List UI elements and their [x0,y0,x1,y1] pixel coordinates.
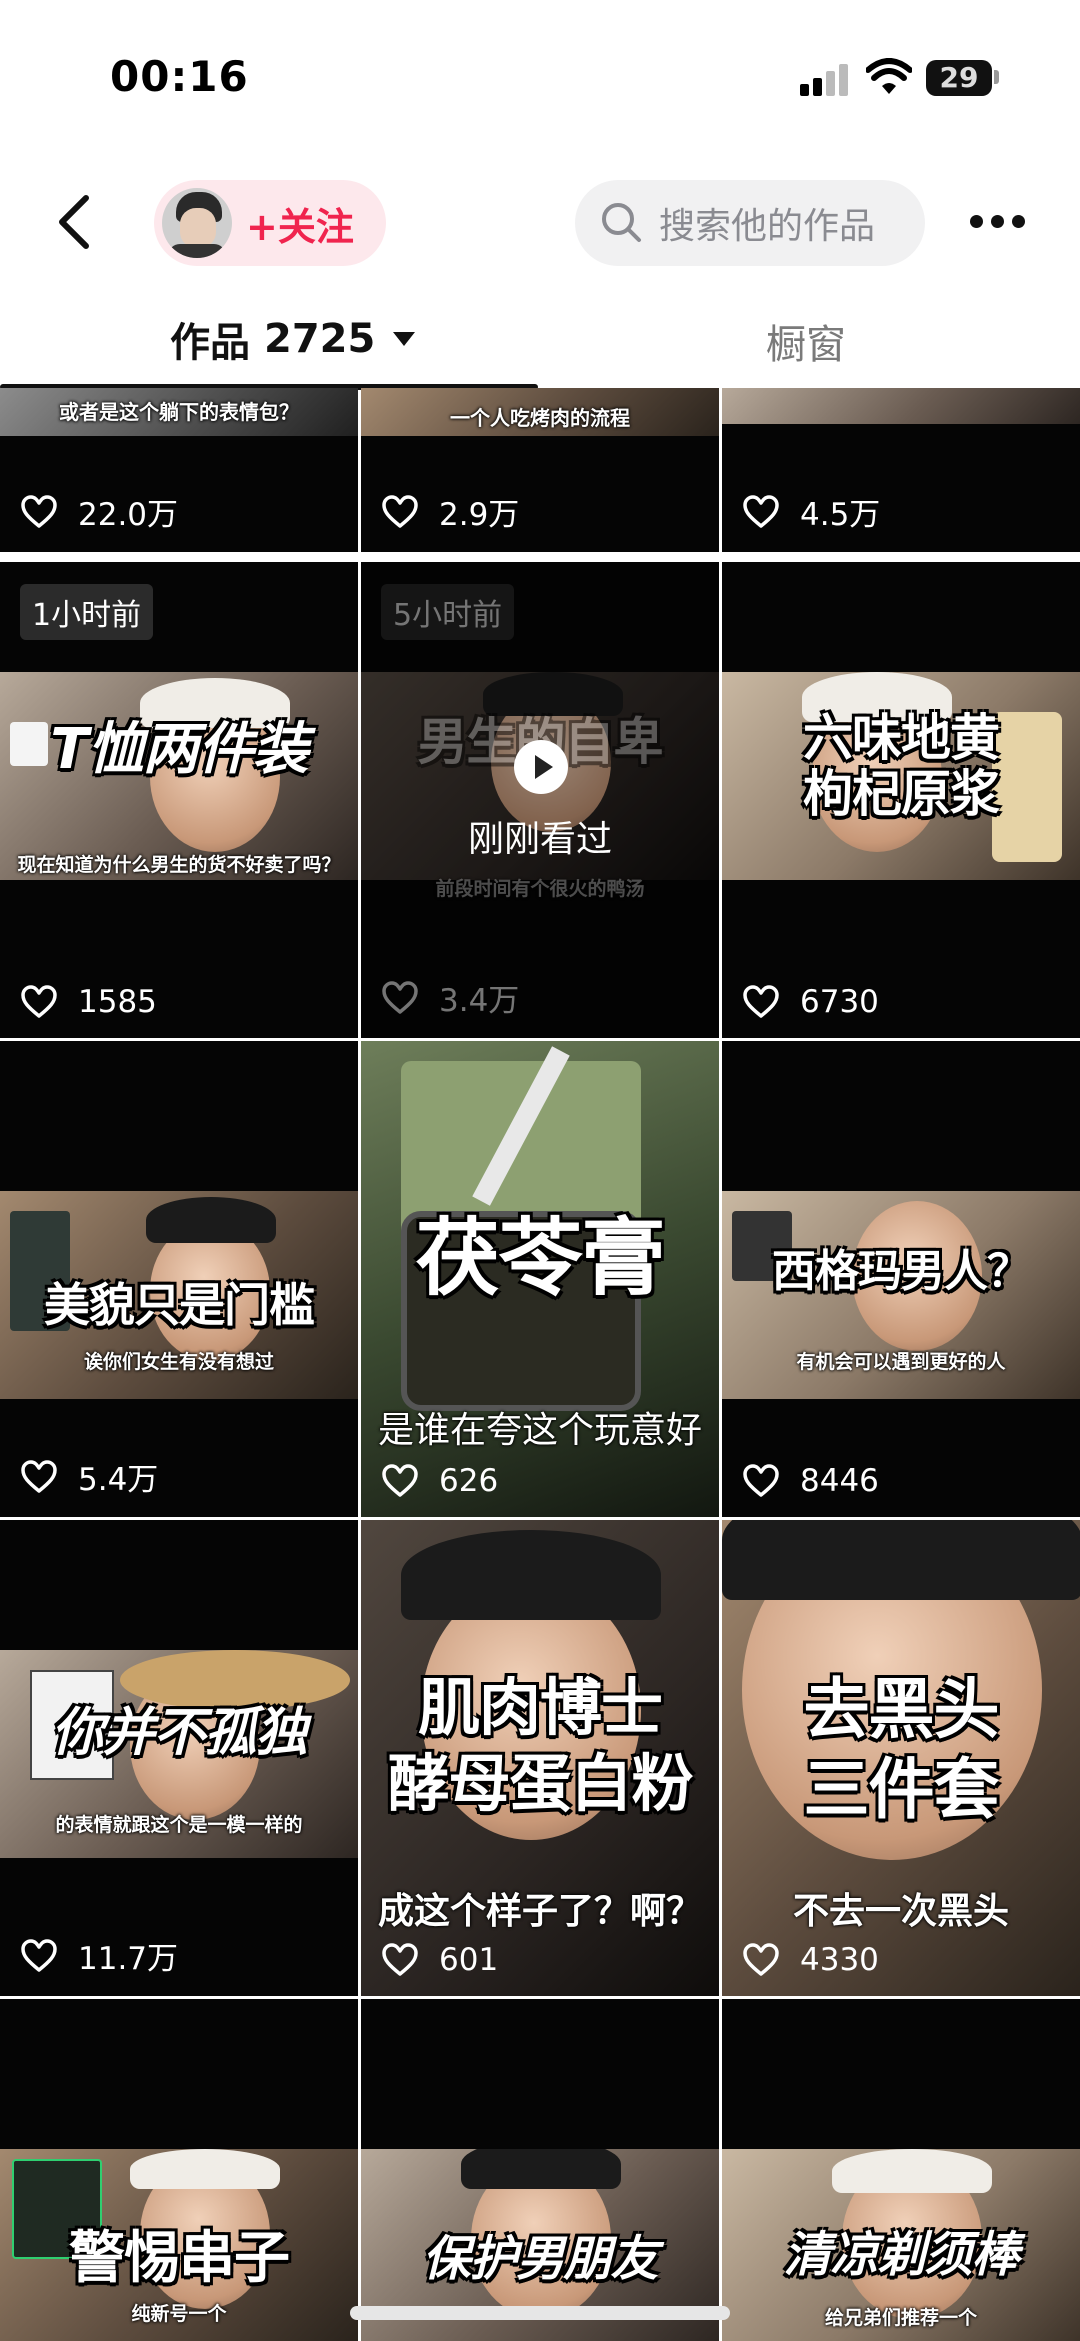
time-badge: 1小时前 [20,584,154,640]
video-caption: 一个人吃烤肉的流程 [450,406,630,430]
search-icon [602,203,641,242]
like-count-label: 626 [439,1463,499,1499]
like-count: 3.4万 [381,975,519,1020]
like-count-label: 6730 [800,984,879,1020]
video-subtitle: 给兄弟们推荐一个 [824,2307,977,2329]
time-badge: 5小时前 [381,584,515,640]
heart-icon [21,1938,57,1972]
video-subtitle: 有机会可以遇到更好的人 [796,1351,1006,1373]
status-bar: 00:16 29 [0,0,1080,160]
wifi-icon [866,58,912,94]
video-caption: T恤两件装 [50,717,308,782]
heart-icon [382,980,418,1014]
video-subtitle: 成这个样子了？啊？ [377,1891,702,1932]
like-count-label: 5.4万 [78,1462,159,1498]
video-caption: 你并不孤独 [51,1703,307,1763]
cellular-signal-icon [800,62,850,96]
video-tile[interactable]: 一个人吃烤肉的流程 2.9万 [361,388,719,552]
heart-icon [21,1459,57,1493]
video-subtitle: 是谁在夸这个玩意好 [377,1410,702,1451]
video-tile[interactable]: 茯苓膏 是谁在夸这个玩意好 626 [361,1041,719,1517]
like-count: 4.5万 [742,489,880,534]
video-caption: 清凉剃须棒 [783,2227,1019,2283]
search-placeholder: 搜索他的作品 [659,206,876,247]
like-count-label: 2.9万 [439,497,520,533]
like-count: 1585 [20,984,157,1020]
like-count-label: 601 [439,1942,499,1978]
video-caption: 西格玛男人？ [772,1246,1031,1297]
tab-works-count: 2725 [264,316,376,362]
video-subtitle: 不去一次黑头 [792,1891,1009,1932]
video-tile[interactable]: 六味地黄 枸杞原浆 6730 [722,562,1080,1038]
video-tile[interactable]: 1小时前 T恤两件装 现在知道为什么男生的货不好卖了吗？ 1585 [0,562,358,1038]
video-tile[interactable]: 西格玛男人？ 有机会可以遇到更好的人 8446 [722,1041,1080,1517]
video-caption: 警惕串子 [69,2226,290,2291]
like-count: 8446 [742,1463,879,1499]
video-subtitle: 纯新号一个 [131,2303,227,2325]
like-count-label: 4.5万 [800,497,881,533]
like-count: 601 [381,1942,498,1978]
heart-icon [21,985,57,1018]
heart-icon [743,1943,779,1976]
like-count-label: 4330 [800,1942,879,1978]
video-tile[interactable]: 或者是这个躺下的表情包？ 22.0万 [0,388,358,552]
more-options-icon[interactable] [970,215,1026,231]
home-indicator[interactable] [350,2306,730,2320]
play-icon [514,740,568,794]
follow-label: +关注 [246,204,354,249]
follow-button[interactable]: +关注 [154,180,386,266]
video-caption: 茯苓膏 [415,1209,665,1307]
video-caption: 去黑头 三件套 [803,1671,1000,1828]
heart-icon [382,1943,418,1976]
like-count-label: 8446 [800,1463,879,1499]
like-count-label: 3.4万 [439,983,520,1019]
video-tile[interactable]: 警惕串子 纯新号一个 [0,1999,358,2341]
like-count: 22.0万 [20,489,178,534]
like-count: 11.7万 [20,1933,178,1978]
watched-label: 刚刚看过 [467,819,612,860]
tab-works-label: 作品 [170,320,250,366]
battery-tip [994,70,999,84]
tab-works[interactable]: 作品 2725 [170,310,416,368]
like-count: 626 [381,1463,498,1499]
video-caption: 保护男朋友 [422,2231,658,2287]
video-tile[interactable]: 男生的自卑 前段时间有个很火的鸭汤 5小时前 刚刚看过 3.4万 [361,562,719,1038]
like-count-label: 11.7万 [78,1941,179,1977]
like-count-label: 22.0万 [78,497,179,533]
heart-icon [382,494,418,528]
like-count-label: 1585 [78,984,157,1020]
like-count: 6730 [742,984,879,1020]
battery-icon: 29 [926,60,992,96]
video-subtitle: 现在知道为什么男生的货不好卖了吗？ [17,854,341,876]
heart-icon [743,1464,779,1497]
video-tile[interactable]: 去黑头 三件套 不去一次黑头 4330 [722,1520,1080,1996]
video-subtitle: 诶你们女生有没有想过 [83,1351,274,1373]
like-count: 4330 [742,1942,879,1978]
back-arrow-icon[interactable] [50,192,100,252]
heart-icon [743,985,779,1018]
heart-icon [21,494,57,528]
like-count: 5.4万 [20,1454,158,1499]
video-caption: 六味地黄 枸杞原浆 [803,709,1000,823]
heart-icon [382,1464,418,1497]
video-subtitle: 的表情就跟这个是一模一样的 [55,1814,303,1836]
video-caption: 美貌只是门槛 [44,1278,315,1332]
video-caption: 肌肉博士 酵母蛋白粉 [387,1671,693,1820]
heart-icon [743,494,779,528]
video-thumbnail [722,388,1080,424]
video-caption: 或者是这个躺下的表情包？ [59,400,299,424]
video-tile[interactable]: 你并不孤独 的表情就跟这个是一模一样的 11.7万 [0,1520,358,1996]
search-input[interactable]: 搜索他的作品 [575,180,925,266]
video-tile[interactable]: 4.5万 [722,388,1080,552]
video-tile[interactable]: 美貌只是门槛 诶你们女生有没有想过 5.4万 [0,1041,358,1517]
dropdown-triangle-icon [393,332,416,346]
avatar [162,188,232,258]
tab-showcase[interactable]: 橱窗 [766,312,846,370]
status-time: 00:16 [110,52,249,101]
video-tile[interactable]: 肌肉博士 酵母蛋白粉 成这个样子了？啊？ 601 [361,1520,719,1996]
video-tile[interactable]: 清凉剃须棒 给兄弟们推荐一个 [722,1999,1080,2341]
like-count: 2.9万 [381,489,519,534]
video-tile[interactable]: 保护男朋友 [361,1999,719,2341]
